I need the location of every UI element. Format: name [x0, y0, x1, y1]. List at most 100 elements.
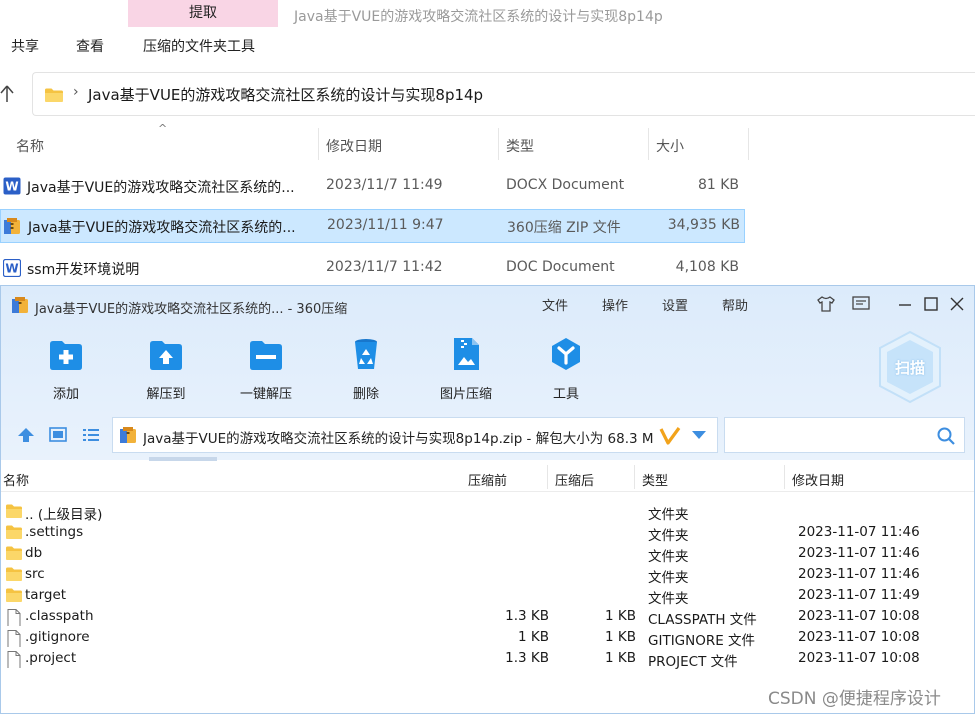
column-name-header[interactable]: 名称 [3, 470, 29, 489]
entry-type: GITIGNORE 文件 [648, 633, 756, 649]
entry-type: PROJECT 文件 [648, 654, 738, 670]
column-after-header[interactable]: 压缩后 [555, 470, 594, 489]
entry-modified: 2023-11-07 10:08 [798, 650, 920, 666]
archive-entry-row[interactable]: .. (上级目录) 文件夹 [1, 501, 974, 523]
column-divider[interactable] [648, 128, 649, 160]
close-icon[interactable] [948, 295, 966, 313]
word-doc-icon: W [3, 177, 21, 195]
chevron-right-icon[interactable]: › [73, 84, 79, 100]
archive-entry-row[interactable]: .settings 文件夹 2023-11-07 11:46 [1, 522, 974, 544]
entry-modified: 2023-11-07 11:49 [798, 587, 920, 603]
entry-name: target [25, 587, 67, 603]
archive-entry-row[interactable]: src 文件夹 2023-11-07 11:46 [1, 564, 974, 586]
zip-window-title: Java基于VUE的游戏攻略交流社区系统的... - 360压缩 [35, 302, 348, 317]
column-divider[interactable] [498, 128, 499, 160]
archive-entry-row[interactable]: db 文件夹 2023-11-07 11:46 [1, 543, 974, 565]
skin-shirt-icon[interactable] [816, 295, 836, 313]
list-view-icon[interactable] [81, 426, 101, 444]
menu-help[interactable]: 帮助 [722, 295, 748, 314]
zip-app-icon [12, 297, 28, 313]
scan-label: 扫描 [894, 359, 925, 377]
archive-entry-row[interactable]: .gitignore 1 KB 1 KB GITIGNORE 文件 2023-11-07… [1, 627, 974, 649]
maximize-icon[interactable] [922, 295, 940, 313]
thumbnail-view-icon[interactable] [48, 426, 68, 444]
file-type: DOC Document [506, 259, 615, 275]
column-divider[interactable] [634, 465, 635, 489]
feedback-icon[interactable] [851, 295, 871, 313]
extract-tab[interactable]: 提取 [128, 0, 278, 27]
folder-icon [5, 524, 23, 540]
delete-button[interactable]: 删除 [331, 332, 401, 404]
image-compress-icon [454, 338, 479, 370]
entry-modified: 2023-11-07 10:08 [798, 608, 920, 624]
archive-entry-row[interactable]: .classpath 1.3 KB 1 KB CLASSPATH 文件 2023-11-… [1, 606, 974, 628]
column-divider[interactable] [748, 128, 749, 160]
entry-size-after: 1 KB [605, 650, 636, 666]
extract-to-icon [150, 341, 182, 370]
entry-size-before: 1.3 KB [505, 608, 549, 624]
up-arrow-icon[interactable] [0, 84, 14, 104]
archive-entry-row[interactable]: .project 1.3 KB 1 KB PROJECT 文件 2023-11-07 1… [1, 648, 974, 670]
column-divider[interactable] [784, 465, 785, 489]
tools-button[interactable]: 工具 [531, 332, 601, 404]
file-type: DOCX Document [506, 177, 625, 193]
recycle-bin-icon [355, 339, 377, 369]
file-modified: 2023/11/11 9:47 [327, 217, 444, 233]
archive-path-text: Java基于VUE的游戏攻略交流社区系统的设计与实现8p14p.zip - 解包… [143, 431, 654, 447]
ribbon-compressed-folder-tools-tab[interactable]: 压缩的文件夹工具 [143, 36, 255, 56]
image-compress-button[interactable]: 图片压缩 [431, 332, 501, 404]
column-name-header[interactable]: 名称 [16, 136, 44, 156]
column-divider[interactable] [318, 128, 319, 160]
column-before-header[interactable]: 压缩前 [468, 470, 507, 489]
entry-type: 文件夹 [648, 528, 689, 544]
file-icon [5, 650, 23, 669]
file-name: Java基于VUE的游戏攻略交流社区系统的... [28, 220, 296, 236]
archive-entry-row[interactable]: target 文件夹 2023-11-07 11:49 [1, 585, 974, 607]
entry-name: db [25, 545, 43, 561]
scan-button[interactable]: 扫描 [877, 330, 943, 404]
one-click-extract-button[interactable]: 一键解压 [231, 332, 301, 404]
up-level-icon[interactable] [16, 426, 36, 444]
entry-modified: 2023-11-07 10:08 [798, 629, 920, 645]
minimize-icon[interactable] [896, 295, 914, 313]
column-size-header[interactable]: 大小 [656, 136, 684, 156]
file-row[interactable]: W Java基于VUE的游戏攻略交流社区系统的... 2023/11/7 11:… [0, 169, 745, 203]
column-type-header[interactable]: 类型 [642, 470, 668, 489]
file-size: 34,935 KB [667, 217, 740, 233]
ribbon-share-tab[interactable]: 共享 [11, 36, 39, 56]
file-modified: 2023/11/7 11:49 [326, 177, 443, 193]
entry-name: .settings [25, 524, 84, 540]
entry-type: 文件夹 [648, 549, 689, 565]
file-row[interactable]: W ssm开发环境说明 2023/11/7 11:42 DOC Document… [0, 251, 745, 285]
menu-settings[interactable]: 设置 [662, 295, 688, 314]
chevron-down-icon[interactable] [691, 430, 707, 440]
menu-operate[interactable]: 操作 [602, 295, 628, 314]
svg-text:W: W [5, 180, 18, 194]
add-button[interactable]: 添加 [31, 332, 101, 404]
tools-icon [552, 338, 580, 370]
column-modified-header[interactable]: 修改日期 [326, 136, 382, 156]
entry-type: 文件夹 [648, 591, 689, 607]
archive-path-field[interactable]: Java基于VUE的游戏攻略交流社区系统的设计与实现8p14p.zip - 解包… [112, 417, 718, 453]
one-click-extract-label: 一键解压 [239, 387, 292, 402]
one-click-extract-icon [250, 341, 282, 370]
tools-label: 工具 [552, 387, 579, 402]
file-row-selected[interactable]: Java基于VUE的游戏攻略交流社区系统的... 2023/11/11 9:47… [0, 209, 745, 243]
image-compress-label: 图片压缩 [439, 387, 492, 402]
file-size: 4,108 KB [675, 259, 739, 275]
search-icon[interactable] [936, 426, 956, 446]
scroll-indicator[interactable] [149, 457, 217, 461]
menu-file[interactable]: 文件 [542, 295, 568, 314]
address-bar[interactable]: › Java基于VUE的游戏攻略交流社区系统的设计与实现8p14p [32, 72, 975, 116]
column-divider[interactable] [547, 465, 548, 489]
search-input[interactable] [724, 417, 965, 453]
ribbon-view-tab[interactable]: 查看 [76, 36, 104, 56]
file-name: Java基于VUE的游戏攻略交流社区系统的... [27, 180, 295, 196]
file-modified: 2023/11/7 11:42 [326, 259, 443, 275]
address-path[interactable]: Java基于VUE的游戏攻略交流社区系统的设计与实现8p14p [88, 84, 483, 105]
entry-size-before: 1.3 KB [505, 650, 549, 666]
column-modified-header[interactable]: 修改日期 [792, 470, 844, 489]
column-type-header[interactable]: 类型 [506, 136, 534, 156]
extract-to-button[interactable]: 解压到 [131, 332, 201, 404]
entry-type: 文件夹 [648, 507, 689, 523]
